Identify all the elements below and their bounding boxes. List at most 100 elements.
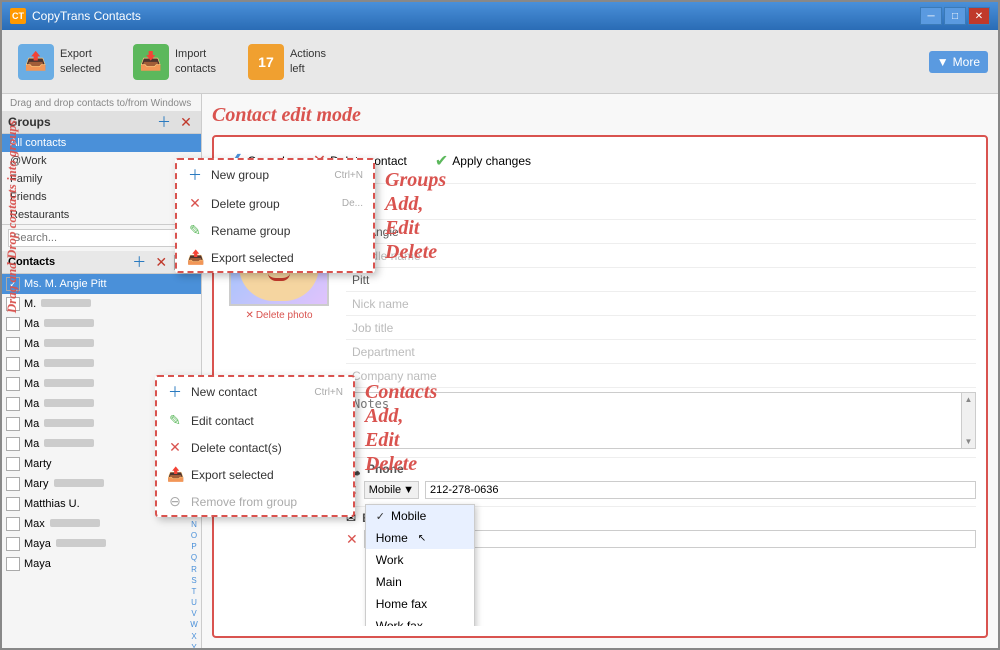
apply-icon: ✔ <box>435 151 448 171</box>
add-group-button[interactable]: ＋ <box>155 113 173 131</box>
contact-item-m[interactable]: M. <box>2 294 201 314</box>
pencil-icon: ✎ <box>167 412 183 429</box>
notes-scrollbar: ▲ ▼ <box>961 393 975 448</box>
groups-title: Groups <box>8 115 51 129</box>
field-salutation <box>346 196 976 220</box>
field-middlename <box>346 244 976 268</box>
department-input[interactable] <box>346 342 976 362</box>
close-button[interactable]: ✕ <box>968 7 990 25</box>
contact-checkbox-angie[interactable]: ✓ <box>6 277 20 291</box>
scroll-up-arrow[interactable]: ▲ <box>965 395 973 404</box>
scroll-down-arrow[interactable]: ▼ <box>965 437 973 446</box>
contact-item-maya1[interactable]: Maya <box>2 534 201 554</box>
group-item-work[interactable]: @Work <box>2 152 201 170</box>
contact-item-angie[interactable]: ✓ Ms. M. Angie Pitt <box>2 274 201 294</box>
main-content: Drag and drop contacts to/from Windows G… <box>2 94 998 648</box>
groups-export-selected[interactable]: 📤 Export selected <box>177 244 373 271</box>
phone-option-home[interactable]: Home ↖ <box>366 527 474 549</box>
titlebar: CT CopyTrans Contacts ─ □ ✕ <box>2 2 998 30</box>
maximize-button[interactable]: □ <box>944 7 966 25</box>
home-label: Home <box>376 531 408 545</box>
phone-option-home-fax[interactable]: Home fax <box>366 593 474 615</box>
contacts-new-contact[interactable]: ＋ New contact Ctrl+N <box>157 377 353 407</box>
search-bar: 🔍 <box>2 225 201 251</box>
email-delete-button[interactable]: ✕ <box>346 531 358 548</box>
firstname-input[interactable] <box>346 222 976 242</box>
contact-name-m: M. <box>24 298 197 310</box>
phone-type-label: Mobile <box>369 484 401 496</box>
import-label: Import contacts <box>175 47 216 76</box>
nickname-input[interactable] <box>346 294 976 314</box>
contacts-delete-contacts[interactable]: ✕ Delete contact(s) <box>157 434 353 461</box>
export-button[interactable]: 📤 Export selected <box>12 40 107 84</box>
app-icon: CT <box>10 8 26 24</box>
jobtitle-input[interactable] <box>346 318 976 338</box>
group-item-family[interactable]: Family <box>2 170 201 188</box>
groups-delete-group[interactable]: ✕ Delete group De... <box>177 190 373 217</box>
phone-type-dropdown[interactable]: Mobile ▼ ✓ Mobile Home <box>364 481 419 499</box>
groups-context-menu: ＋ New group Ctrl+N ✕ Delete group De... … <box>175 158 375 273</box>
import-icon: 📥 <box>133 44 169 80</box>
new-group-shortcut: Ctrl+N <box>334 170 363 181</box>
contacts-title: Contacts <box>8 256 55 268</box>
groups-actions: ＋ ✕ <box>155 113 195 131</box>
export-selected-label: Export selected <box>211 251 294 265</box>
contacts-export-selected[interactable]: 📤 Export selected <box>157 461 353 488</box>
delete-contacts-label: Delete contact(s) <box>191 441 282 455</box>
contact-checkbox-m[interactable] <box>6 297 20 311</box>
more-button[interactable]: ▼ More <box>929 51 988 73</box>
work-fax-label: Work fax <box>376 619 423 626</box>
check-icon: ✓ <box>376 510 385 523</box>
groups-rename-group[interactable]: ✎ Rename group <box>177 217 373 244</box>
actions-label: Actions left <box>290 47 326 76</box>
apply-changes-button[interactable]: ✔ Apply changes <box>429 147 537 175</box>
contact-checkbox-ma1[interactable] <box>6 317 20 331</box>
delete-group-shortcut: De... <box>342 198 363 209</box>
delete-photo-icon: ✕ <box>245 310 253 321</box>
salutation-input[interactable] <box>346 198 976 218</box>
phone-option-work-fax[interactable]: Work fax <box>366 615 474 626</box>
avatar-mouth <box>268 273 290 281</box>
new-contact-shortcut: Ctrl+N <box>314 387 343 398</box>
field-lastname <box>346 268 976 292</box>
search-input[interactable] <box>8 229 176 247</box>
groups-new-group[interactable]: ＋ New group Ctrl+N <box>177 160 373 190</box>
phone-option-main[interactable]: Main <box>366 571 474 593</box>
minimize-button[interactable]: ─ <box>920 7 942 25</box>
window-title: CopyTrans Contacts <box>32 9 141 23</box>
contacts-edit-contact[interactable]: ✎ Edit contact <box>157 407 353 434</box>
remove-icon: ⊖ <box>167 493 183 510</box>
contacts-remove-from-group[interactable]: ⊖ Remove from group <box>157 488 353 515</box>
group-item-restaurants[interactable]: Restaurants <box>2 206 201 224</box>
group-item-all-contacts[interactable]: All contacts <box>2 134 201 152</box>
notes-textarea[interactable] <box>347 393 975 445</box>
delete-group-button[interactable]: ✕ <box>177 113 195 131</box>
contact-item-ma3[interactable]: Ma <box>2 354 201 374</box>
main-window: CT CopyTrans Contacts ─ □ ✕ 📤 Export sel… <box>0 0 1000 650</box>
groups-list: All contacts @Work Family Friends Restau… <box>2 134 201 225</box>
plus-icon: ＋ <box>167 382 183 402</box>
add-contact-button[interactable]: ＋ <box>130 253 148 271</box>
contact-item-maya2[interactable]: Maya <box>2 554 201 574</box>
contact-item-ma1[interactable]: Ma <box>2 314 201 334</box>
edit-mode-title: Contact edit mode <box>212 104 988 127</box>
phone-option-work[interactable]: Work <box>366 549 474 571</box>
contact-item-max[interactable]: Max <box>2 514 201 534</box>
company-input[interactable] <box>346 366 976 386</box>
phone-option-mobile[interactable]: ✓ Mobile <box>366 505 474 527</box>
more-label: More <box>953 55 980 69</box>
phone-number-input[interactable] <box>425 481 976 499</box>
lastname-input[interactable] <box>346 270 976 290</box>
delete-contact-button[interactable]: ✕ <box>152 253 170 271</box>
group-item-friends[interactable]: Friends <box>2 188 201 206</box>
home-fax-label: Home fax <box>376 597 427 611</box>
work-label: Work <box>376 553 404 567</box>
import-button[interactable]: 📥 Import contacts <box>127 40 222 84</box>
middlename-input[interactable] <box>346 246 976 266</box>
delete-photo-button[interactable]: ✕ Delete photo <box>245 310 312 321</box>
contact-item-ma2[interactable]: Ma <box>2 334 201 354</box>
delete-group-label: Delete group <box>211 197 280 211</box>
rename-group-label: Rename group <box>211 224 290 238</box>
export-icon: 📤 <box>18 44 54 80</box>
actions-button[interactable]: 17 Actions left <box>242 40 332 84</box>
